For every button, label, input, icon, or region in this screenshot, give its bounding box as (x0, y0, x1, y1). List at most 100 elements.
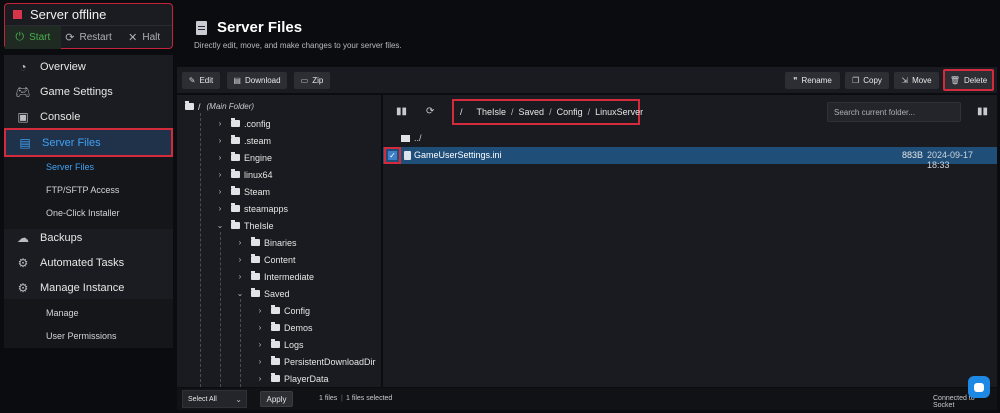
zip-icon: ▭ (300, 76, 309, 85)
start-label: Start (29, 32, 51, 43)
breadcrumb-item[interactable]: Saved (519, 107, 545, 117)
folder-icon (185, 101, 194, 110)
search-input[interactable] (827, 102, 961, 122)
tree-node[interactable]: › Content (235, 252, 296, 267)
restart-button[interactable]: ⟳ Restart (61, 26, 117, 49)
copy-icon: ❐ (852, 76, 860, 85)
move-button[interactable]: ⇲ Move (894, 72, 939, 89)
tree-node[interactable]: › steamapps (215, 201, 288, 216)
folder-icon (271, 322, 280, 331)
rename-label: Rename (801, 76, 832, 85)
breadcrumb-separator: / (587, 107, 591, 117)
breadcrumb-item[interactable]: LinuxServer (595, 107, 643, 117)
file-row[interactable]: GameUserSettings.ini 883B 2024-09-17 18:… (383, 147, 997, 170)
select-value: Select All (188, 395, 217, 403)
copy-button[interactable]: ❐ Copy (845, 72, 889, 89)
tree-node-label: .config (244, 118, 271, 129)
sidebar-item-console[interactable]: ▣ Console (4, 105, 173, 129)
submenu-server-files[interactable]: Server Files (4, 157, 173, 177)
submenu-ftp-access[interactable]: FTP/SFTP Access (4, 180, 173, 200)
breadcrumb-item[interactable]: Config (557, 107, 583, 117)
sidebar-item-manage-instance[interactable]: ⚙ Manage Instance (4, 276, 173, 300)
tree-node[interactable]: ⌄ TheIsle (215, 218, 274, 233)
tree-node[interactable]: › Intermediate (235, 269, 314, 284)
stat-divider: | (341, 395, 343, 402)
chevron-right-icon: › (258, 357, 262, 366)
tree-node[interactable]: › Demos (255, 320, 313, 335)
tree-node[interactable]: › Config (255, 303, 310, 318)
chevron-down-icon: ⌄ (235, 395, 242, 404)
folder-icon (271, 356, 280, 365)
download-button[interactable]: ▤ Download (227, 72, 287, 89)
sidebar-item-automated-tasks[interactable]: ⚙ Automated Tasks (4, 251, 173, 275)
zip-button[interactable]: ▭ Zip (294, 72, 330, 89)
file-list-panel: ▮▮ ⟳ / TheIsle / Saved / Config / LinuxS… (383, 95, 997, 387)
rename-button[interactable]: ❞ Rename (785, 72, 840, 89)
tree-node[interactable]: › Binaries (235, 235, 297, 250)
sidebar-item-label: Backups (40, 232, 83, 244)
submenu-label: FTP/SFTP Access (46, 185, 120, 195)
refresh-icon[interactable]: ⟳ (426, 106, 434, 117)
tree-node-label: steamapps (244, 203, 289, 214)
tree-guide-line (220, 232, 221, 387)
submenu-one-click-installer[interactable]: One-Click Installer (4, 203, 173, 223)
tree-node[interactable]: › Engine (215, 150, 272, 165)
breadcrumb-item[interactable]: TheIsle (477, 107, 507, 117)
server-status-header: Server offline (5, 4, 172, 24)
chevron-right-icon: › (238, 272, 242, 281)
sidebar: ◔ Overview 🎮︎ Game Settings ▣ Console ▤ … (4, 55, 173, 348)
file-select-checkbox[interactable]: ✓ (384, 147, 401, 164)
sidebar-item-overview[interactable]: ◔ Overview (4, 55, 173, 79)
apply-button[interactable]: Apply (260, 391, 293, 407)
sidebar-item-game-settings[interactable]: 🎮︎ Game Settings (4, 80, 173, 104)
sidebar-item-label: Automated Tasks (40, 257, 125, 269)
page-title: Server Files (217, 19, 303, 36)
close-icon: ✕ (128, 32, 138, 44)
delete-button[interactable]: 🗑︎ Delete (943, 69, 994, 91)
folder-icon (251, 271, 260, 280)
tree-root[interactable]: / (Main Folder) (185, 99, 254, 114)
file-size: 883B (902, 150, 924, 160)
submenu-user-permissions[interactable]: User Permissions (4, 326, 173, 346)
tree-node[interactable]: ⌄ Saved (235, 286, 290, 301)
terminal-icon: ▣ (17, 110, 29, 124)
breadcrumb-root[interactable]: / (460, 107, 463, 117)
quote-icon: ❞ (793, 76, 798, 85)
tree-node[interactable]: › Logs (255, 337, 304, 352)
page-subtitle: Directly edit, move, and make changes to… (194, 41, 402, 50)
sidebar-item-server-files[interactable]: ▤ Server Files (4, 128, 173, 157)
tree-guide-line (200, 113, 201, 387)
tree-node-label: .steam (244, 135, 272, 146)
power-controls: ⏻ Start ⟳ Restart ✕ Halt (5, 25, 172, 49)
tree-node-label: PlayerData (284, 373, 329, 384)
start-button[interactable]: ⏻ Start (5, 26, 61, 49)
parent-folder-row[interactable]: ../ (401, 133, 422, 143)
edit-button[interactable]: ✎ Edit (182, 72, 220, 89)
submenu-manage[interactable]: Manage (4, 303, 173, 323)
tree-node[interactable]: › PlayerData (255, 371, 329, 386)
sidebar-item-backups[interactable]: ☁ Backups (4, 226, 173, 250)
chevron-right-icon: › (258, 323, 262, 332)
tree-node[interactable]: › Steam (215, 184, 270, 199)
halt-button[interactable]: ✕ Halt (116, 26, 172, 49)
tree-node-label: Saved (264, 288, 290, 299)
download-icon: ▤ (233, 76, 241, 85)
sidebar-item-label: Manage Instance (40, 282, 125, 294)
folder-icon (231, 135, 240, 144)
checkmark-icon: ✓ (388, 151, 397, 160)
cloud-backup-icon: ☁ (17, 231, 29, 245)
chat-launcher-button[interactable] (968, 376, 990, 398)
tree-node[interactable]: › .steam (215, 133, 271, 148)
restart-label: Restart (79, 32, 112, 43)
pause-icon[interactable]: ▮▮ (977, 106, 988, 117)
bulk-action-select[interactable]: Select All ⌄ (182, 390, 247, 408)
folder-icon (231, 118, 240, 127)
tree-root-slash: / (198, 101, 201, 112)
sidebar-toggle-icon[interactable]: ▮▮ (396, 106, 407, 117)
tree-node[interactable]: › .config (215, 116, 271, 131)
tree-node[interactable]: › linux64 (215, 167, 273, 182)
folder-icon (251, 254, 260, 263)
tree-node[interactable]: › PersistentDownloadDir (255, 354, 376, 369)
tree-node-label: Binaries (264, 237, 297, 248)
parent-folder-label: ../ (414, 133, 422, 143)
